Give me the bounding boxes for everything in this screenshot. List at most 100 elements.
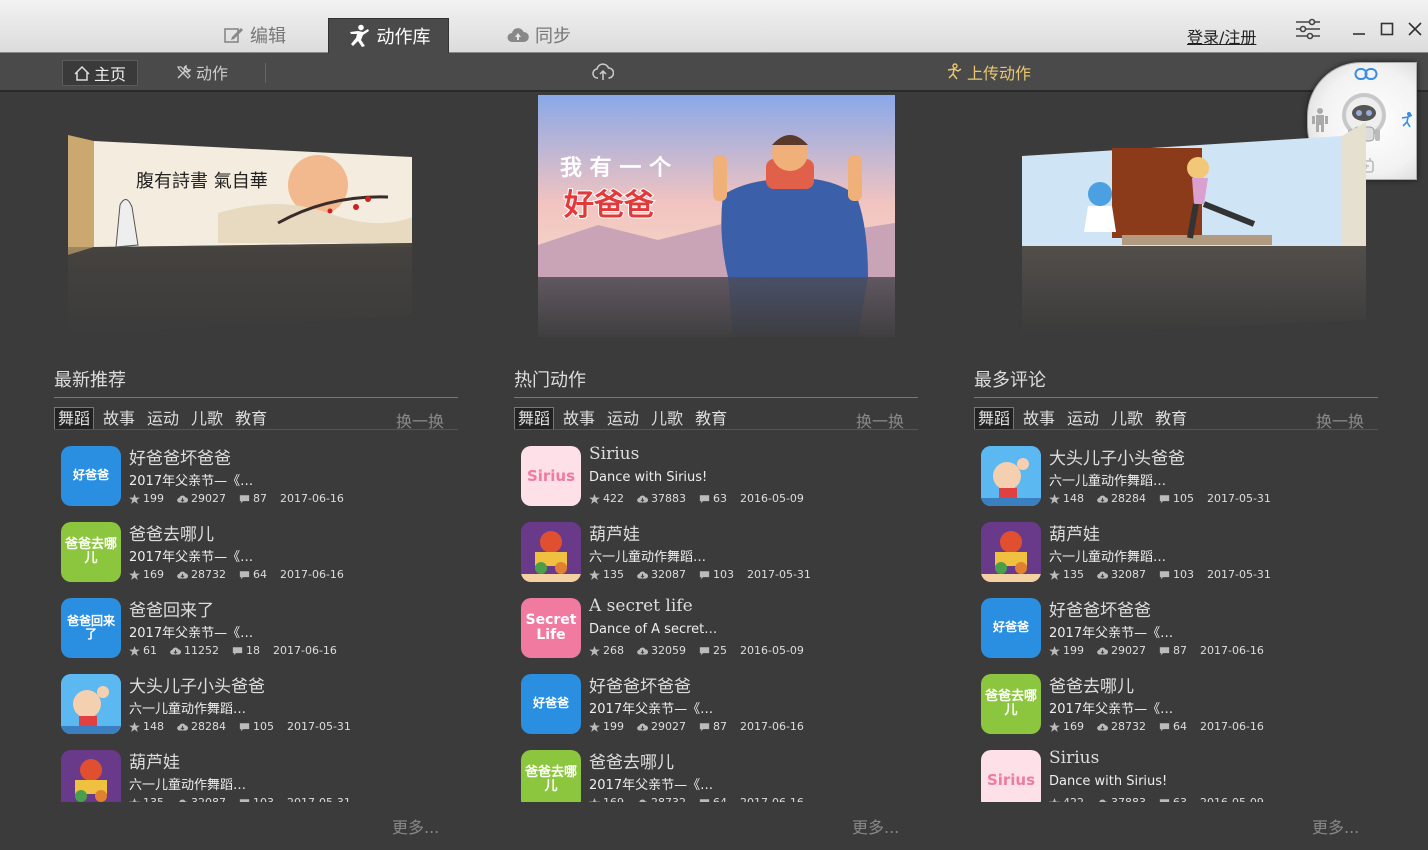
- item-thumbnail[interactable]: 爸爸去哪儿: [521, 750, 581, 802]
- section-latest-more-link[interactable]: 更多...: [392, 814, 439, 838]
- item-thumbnail[interactable]: 爸爸去哪儿: [61, 522, 121, 582]
- category-dance[interactable]: 舞蹈: [974, 407, 1015, 430]
- list-item[interactable]: 爸爸去哪儿爸爸去哪儿 2017年父亲节—《… 169 28732 64 2017-06-1…: [61, 522, 461, 592]
- banner-poem-painting[interactable]: 腹有詩書 氣自華: [68, 135, 412, 335]
- item-name[interactable]: 爸爸去哪儿: [129, 520, 214, 545]
- item-name[interactable]: 爸爸去哪儿: [1049, 672, 1134, 697]
- download-cloud-icon: [637, 799, 648, 802]
- section-popular-more-link[interactable]: 更多...: [852, 814, 899, 838]
- tab-sync[interactable]: 同步: [484, 18, 594, 52]
- cloud-upload-button[interactable]: [592, 60, 614, 84]
- list-item[interactable]: 好爸爸 好爸爸坏爸爸 2017年父亲节—《… 199 29027 87 2017-06-16: [981, 598, 1381, 668]
- category-nursery-rhyme[interactable]: 儿歌: [188, 408, 226, 429]
- item-comments: 63: [1173, 796, 1187, 802]
- list-item[interactable]: Sirius Sirius Dance with Sirius! 422 37883 63…: [521, 446, 921, 516]
- category-story[interactable]: 故事: [1020, 408, 1058, 429]
- item-date: 2017-05-31: [747, 568, 811, 581]
- section-latest-divider-2: [54, 429, 458, 430]
- item-stats: 268 32059 25 2016-05-09: [589, 644, 804, 657]
- category-education[interactable]: 教育: [232, 408, 270, 429]
- item-thumbnail[interactable]: [61, 750, 121, 802]
- item-name[interactable]: 好爸爸坏爸爸: [1049, 596, 1151, 621]
- item-name[interactable]: 爸爸回来了: [129, 596, 214, 621]
- item-name[interactable]: 葫芦娃: [589, 520, 640, 545]
- category-story[interactable]: 故事: [560, 408, 598, 429]
- item-name[interactable]: 好爸爸坏爸爸: [589, 672, 691, 697]
- item-name[interactable]: 爸爸去哪儿: [589, 748, 674, 773]
- item-stars: 135: [1063, 568, 1084, 581]
- download-cloud-icon: [1097, 495, 1108, 503]
- item-name[interactable]: 好爸爸坏爸爸: [129, 446, 231, 469]
- list-item[interactable]: 好爸爸 好爸爸坏爸爸 2017年父亲节—《… 199 29027 87 2017-06-16: [61, 446, 461, 516]
- item-thumbnail[interactable]: 好爸爸: [521, 674, 581, 734]
- item-name[interactable]: 葫芦娃: [1049, 520, 1100, 545]
- category-education[interactable]: 教育: [692, 408, 730, 429]
- banner-good-dad[interactable]: 我 有 一 个 好爸爸: [538, 95, 895, 337]
- close-button[interactable]: [1404, 18, 1426, 40]
- banner-dance-room[interactable]: [1022, 120, 1366, 335]
- item-description: 2017年父亲节—《…: [1049, 702, 1174, 717]
- list-item[interactable]: 葫芦娃六一儿童动作舞蹈… 135 32087 103 2017-05-31: [981, 522, 1381, 592]
- star-icon: [129, 645, 140, 656]
- category-story[interactable]: 故事: [100, 408, 138, 429]
- category-sports[interactable]: 运动: [604, 408, 642, 429]
- item-thumbnail[interactable]: [981, 522, 1041, 582]
- maximize-button[interactable]: [1376, 18, 1398, 40]
- list-item[interactable]: 爸爸去哪儿爸爸去哪儿 2017年父亲节—《… 169 28732 64 2017-06-1…: [981, 674, 1381, 744]
- action-pose-icon[interactable]: [1400, 111, 1414, 129]
- category-dance[interactable]: 舞蹈: [54, 407, 95, 430]
- list-item[interactable]: Secret Life A secret life Dance of A secre…: [521, 596, 921, 668]
- category-nursery-rhyme[interactable]: 儿歌: [648, 408, 686, 429]
- home-button[interactable]: 主页: [62, 60, 138, 86]
- item-thumbnail[interactable]: 爸爸去哪儿: [981, 674, 1041, 734]
- tab-edit[interactable]: 编辑: [200, 18, 310, 52]
- actions-button[interactable]: 动作: [176, 60, 228, 84]
- item-stars: 148: [1063, 492, 1084, 505]
- item-thumbnail[interactable]: Secret Life: [521, 598, 581, 658]
- item-description: 2017年父亲节—《…: [129, 474, 254, 489]
- item-stats: 148 28284 105 2017-05-31: [1049, 492, 1271, 505]
- item-name[interactable]: 葫芦娃: [129, 748, 180, 773]
- section-most-comments-more-link[interactable]: 更多...: [1312, 814, 1359, 838]
- category-sports[interactable]: 运动: [1064, 408, 1102, 429]
- item-name[interactable]: Sirius: [1049, 748, 1099, 768]
- item-thumbnail[interactable]: Sirius: [981, 750, 1041, 802]
- banner-poem-caption: 腹有詩書 氣自華: [136, 171, 268, 192]
- list-item[interactable]: Sirius Sirius Dance with Sirius! 422 37883 63…: [981, 748, 1381, 802]
- item-thumbnail[interactable]: [981, 446, 1041, 506]
- link-icon[interactable]: [1354, 67, 1378, 81]
- list-item[interactable]: 葫芦娃六一儿童动作舞蹈… 135 32087 103 2017-05-31: [521, 522, 921, 592]
- actions-label: 动作: [196, 64, 229, 83]
- category-education[interactable]: 教育: [1152, 408, 1190, 429]
- item-thumbnail[interactable]: [61, 674, 121, 734]
- list-item[interactable]: 大头儿子小头爸爸 六一儿童动作舞蹈… 148 28284 105 2017-05-31: [61, 674, 461, 744]
- upload-action-button[interactable]: 上传动作: [945, 60, 1031, 84]
- item-comments: 87: [713, 720, 727, 733]
- list-item[interactable]: 爸爸去哪儿爸爸去哪儿 2017年父亲节—《… 169 28732 64 2017-06-1…: [521, 750, 921, 802]
- item-thumbnail[interactable]: 好爸爸: [61, 446, 121, 506]
- minimize-button[interactable]: [1348, 18, 1370, 40]
- item-thumbnail[interactable]: 爸爸回来了: [61, 598, 121, 658]
- item-thumbnail[interactable]: [521, 522, 581, 582]
- item-name[interactable]: A secret life: [589, 596, 693, 616]
- settings-sliders-button[interactable]: [1294, 18, 1322, 40]
- login-register-link[interactable]: 登录/注册: [1187, 24, 1256, 48]
- star-icon: [1049, 569, 1060, 580]
- list-item[interactable]: 爸爸回来了 爸爸回来了 2017年父亲节—《… 61 11252 18 2017-06-16: [61, 598, 461, 668]
- item-thumbnail[interactable]: 好爸爸: [981, 598, 1041, 658]
- category-nursery-rhyme[interactable]: 儿歌: [1108, 408, 1146, 429]
- item-stars: 422: [1063, 796, 1084, 802]
- item-name[interactable]: 大头儿子小头爸爸: [1049, 446, 1185, 469]
- tab-action-library[interactable]: 动作库: [328, 18, 449, 53]
- item-name[interactable]: Sirius: [589, 446, 639, 464]
- item-date: 2017-06-16: [1200, 644, 1264, 657]
- category-dance[interactable]: 舞蹈: [514, 407, 555, 430]
- item-date: 2017-06-16: [1200, 720, 1264, 733]
- category-sports[interactable]: 运动: [144, 408, 182, 429]
- item-thumbnail[interactable]: Sirius: [521, 446, 581, 506]
- list-item[interactable]: 葫芦娃六一儿童动作舞蹈… 135 32087 103 2017-05-31: [61, 750, 461, 802]
- star-icon: [1049, 721, 1060, 732]
- item-name[interactable]: 大头儿子小头爸爸: [129, 672, 265, 697]
- list-item[interactable]: 好爸爸 好爸爸坏爸爸 2017年父亲节—《… 199 29027 87 2017-06-16: [521, 674, 921, 744]
- list-item[interactable]: 大头儿子小头爸爸 六一儿童动作舞蹈… 148 28284 105 2017-05-31: [981, 446, 1381, 516]
